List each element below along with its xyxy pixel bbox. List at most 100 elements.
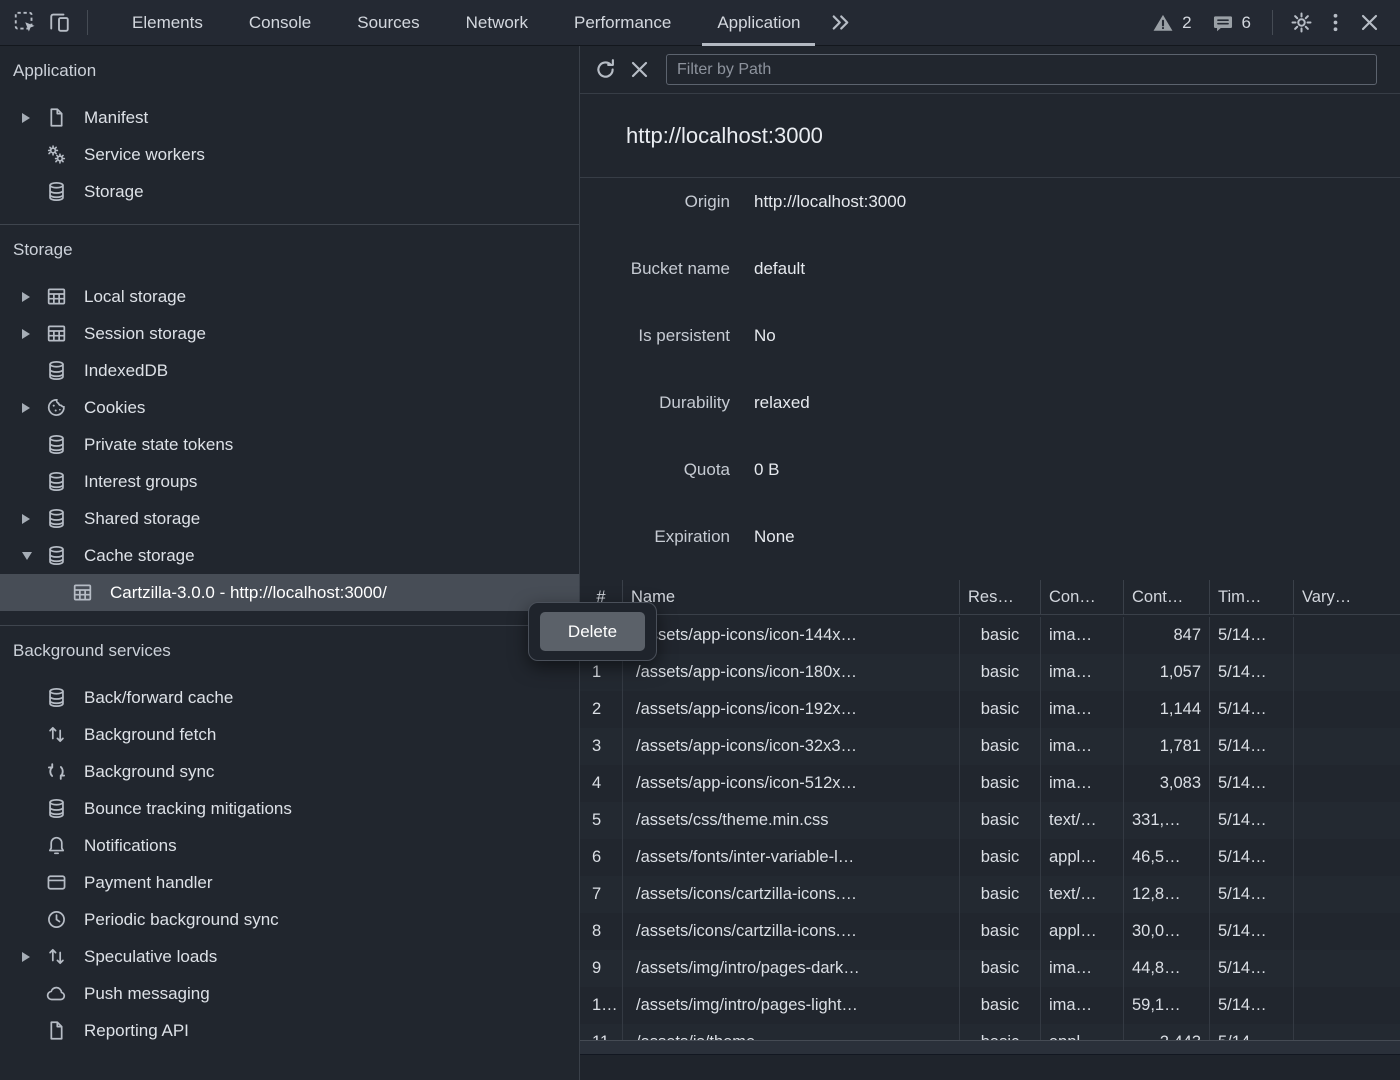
cell-res[interactable]: basic: [960, 691, 1041, 728]
horizontal-scrollbar[interactable]: [580, 1040, 1400, 1054]
cell-name[interactable]: /assets/js/theme…: [623, 1024, 960, 1040]
cell-cont[interactable]: 12,8…: [1124, 876, 1210, 913]
sidebar-item-reporting-api[interactable]: Reporting API: [0, 1012, 579, 1049]
column-header-tim[interactable]: Tim…: [1210, 580, 1294, 615]
cell-res[interactable]: basic: [960, 802, 1041, 839]
sidebar-item-private-state-tokens[interactable]: Private state tokens: [0, 426, 579, 463]
cell-con[interactable]: ima…: [1041, 617, 1124, 654]
cell-name[interactable]: /assets/fonts/inter-variable-l…: [623, 839, 960, 876]
twisty-icon[interactable]: [14, 514, 44, 524]
cell-num[interactable]: 2: [580, 691, 623, 728]
cell-res[interactable]: basic: [960, 839, 1041, 876]
cell-name[interactable]: /assets/icons/cartzilla-icons.…: [623, 876, 960, 913]
sidebar-item-session-storage[interactable]: Session storage: [0, 315, 579, 352]
column-header-name[interactable]: Name: [623, 580, 960, 615]
cell-con[interactable]: ima…: [1041, 654, 1124, 691]
sidebar-item-cache-storage[interactable]: Cache storage: [0, 537, 579, 574]
cell-name[interactable]: /assets/img/intro/pages-dark…: [623, 950, 960, 987]
cell-name[interactable]: /assets/app-icons/icon-180x…: [623, 654, 960, 691]
context-menu-item-delete[interactable]: Delete: [540, 612, 645, 651]
column-header-vary[interactable]: Vary…: [1294, 580, 1400, 615]
cell-name[interactable]: /assets/app-icons/icon-144x…: [623, 617, 960, 654]
cell-tim[interactable]: 5/14…: [1210, 876, 1294, 913]
refresh-button[interactable]: [588, 53, 622, 87]
settings-button[interactable]: [1284, 6, 1318, 40]
twisty-icon[interactable]: [14, 403, 44, 413]
cell-name[interactable]: /assets/app-icons/icon-32x3…: [623, 728, 960, 765]
sidebar-item-background-sync[interactable]: Background sync: [0, 753, 579, 790]
close-devtools-button[interactable]: [1352, 6, 1386, 40]
cell-num[interactable]: 1…: [580, 987, 623, 1024]
cell-cont[interactable]: 44,8…: [1124, 950, 1210, 987]
cell-tim[interactable]: 5/14…: [1210, 1024, 1294, 1040]
cell-con[interactable]: ima…: [1041, 950, 1124, 987]
cell-con[interactable]: text/…: [1041, 876, 1124, 913]
cell-cont[interactable]: 59,1…: [1124, 987, 1210, 1024]
cell-vary[interactable]: [1294, 765, 1400, 802]
column-header-res[interactable]: Res…: [960, 580, 1041, 615]
cell-cont[interactable]: 1,057: [1124, 654, 1210, 691]
cell-con[interactable]: appl…: [1041, 913, 1124, 950]
sidebar-item-cookies[interactable]: Cookies: [0, 389, 579, 426]
cell-tim[interactable]: 5/14…: [1210, 950, 1294, 987]
cell-tim[interactable]: 5/14…: [1210, 839, 1294, 876]
column-header-cont[interactable]: Cont…: [1124, 580, 1210, 615]
cell-num[interactable]: 4: [580, 765, 623, 802]
twisty-icon[interactable]: [14, 952, 44, 962]
cell-res[interactable]: basic: [960, 987, 1041, 1024]
cell-vary[interactable]: [1294, 802, 1400, 839]
cell-num[interactable]: 11: [580, 1024, 623, 1040]
cell-cont[interactable]: 3,083: [1124, 765, 1210, 802]
cell-res[interactable]: basic: [960, 728, 1041, 765]
cell-res[interactable]: basic: [960, 765, 1041, 802]
cell-vary[interactable]: [1294, 617, 1400, 654]
sidebar-item-interest-groups[interactable]: Interest groups: [0, 463, 579, 500]
cell-res[interactable]: basic: [960, 913, 1041, 950]
cell-res[interactable]: basic: [960, 654, 1041, 691]
tab-console[interactable]: Console: [226, 0, 334, 46]
cell-cont[interactable]: 1,144: [1124, 691, 1210, 728]
sidebar-item-cartzilla-3-0-0-http-localhost-3000[interactable]: Cartzilla-3.0.0 - http://localhost:3000/: [0, 574, 579, 611]
cell-cont[interactable]: 46,5…: [1124, 839, 1210, 876]
sidebar-item-notifications[interactable]: Notifications: [0, 827, 579, 864]
cell-cont[interactable]: 30,0…: [1124, 913, 1210, 950]
cell-cont[interactable]: 847: [1124, 617, 1210, 654]
cell-con[interactable]: appl…: [1041, 839, 1124, 876]
cell-tim[interactable]: 5/14…: [1210, 691, 1294, 728]
cell-tim[interactable]: 5/14…: [1210, 802, 1294, 839]
tab-network[interactable]: Network: [443, 0, 551, 46]
cell-cont[interactable]: 2,443: [1124, 1024, 1210, 1040]
cell-vary[interactable]: [1294, 839, 1400, 876]
sidebar-item-payment-handler[interactable]: Payment handler: [0, 864, 579, 901]
cell-num[interactable]: 7: [580, 876, 623, 913]
sidebar-item-push-messaging[interactable]: Push messaging: [0, 975, 579, 1012]
cell-cont[interactable]: 331,…: [1124, 802, 1210, 839]
cell-res[interactable]: basic: [960, 617, 1041, 654]
sidebar-item-manifest[interactable]: Manifest: [0, 99, 579, 136]
cell-num[interactable]: 5: [580, 802, 623, 839]
cell-num[interactable]: 3: [580, 728, 623, 765]
cell-tim[interactable]: 5/14…: [1210, 987, 1294, 1024]
column-header-con[interactable]: Con…: [1041, 580, 1124, 615]
warnings-badge[interactable]: 2: [1152, 12, 1191, 34]
sidebar-item-periodic-background-sync[interactable]: Periodic background sync: [0, 901, 579, 938]
cell-res[interactable]: basic: [960, 1024, 1041, 1040]
cell-name[interactable]: /assets/app-icons/icon-512x…: [623, 765, 960, 802]
twisty-icon[interactable]: [14, 292, 44, 302]
twisty-icon[interactable]: [14, 552, 44, 560]
cell-num[interactable]: 9: [580, 950, 623, 987]
cell-tim[interactable]: 5/14…: [1210, 765, 1294, 802]
cell-con[interactable]: appl…: [1041, 1024, 1124, 1040]
sidebar-item-local-storage[interactable]: Local storage: [0, 278, 579, 315]
cell-con[interactable]: text/…: [1041, 802, 1124, 839]
tab-application[interactable]: Application: [694, 0, 823, 46]
cell-name[interactable]: /assets/css/theme.min.css: [623, 802, 960, 839]
sidebar-item-speculative-loads[interactable]: Speculative loads: [0, 938, 579, 975]
sidebar-item-background-fetch[interactable]: Background fetch: [0, 716, 579, 753]
cell-con[interactable]: ima…: [1041, 765, 1124, 802]
cell-vary[interactable]: [1294, 987, 1400, 1024]
cell-vary[interactable]: [1294, 691, 1400, 728]
cell-res[interactable]: basic: [960, 950, 1041, 987]
cell-vary[interactable]: [1294, 913, 1400, 950]
device-toolbar-button[interactable]: [42, 6, 76, 40]
